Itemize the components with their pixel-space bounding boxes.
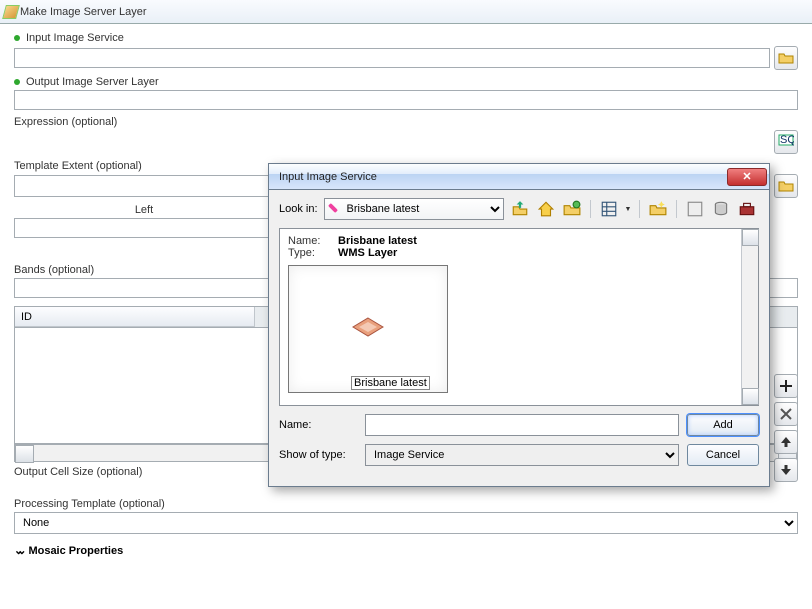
window-title-text: Make Image Server Layer xyxy=(20,6,147,18)
item-type: WMS Layer xyxy=(338,247,397,259)
folder-up-icon xyxy=(511,200,529,218)
plus-icon xyxy=(778,378,794,394)
column-header-id[interactable]: ID xyxy=(15,307,255,327)
arrow-down-icon xyxy=(778,462,794,478)
folder-open-icon xyxy=(778,178,794,194)
input-image-service-dialog: Input Image Service ✕ Look in: Brisbane … xyxy=(268,163,770,487)
arrow-up-icon xyxy=(778,434,794,450)
listing-vscroll[interactable] xyxy=(741,229,758,405)
cancel-button[interactable]: Cancel xyxy=(687,444,759,466)
catalog-button[interactable] xyxy=(685,199,705,219)
home-icon xyxy=(537,200,555,218)
dialog-close-button[interactable]: ✕ xyxy=(727,168,767,186)
folder-connect-icon xyxy=(563,200,581,218)
item-thumbnail[interactable]: Brisbane latest xyxy=(288,265,448,393)
look-in-select[interactable]: Brisbane latest xyxy=(324,198,504,220)
connect-folder-button[interactable] xyxy=(562,199,582,219)
mosaic-properties-header[interactable]: Mosaic Properties xyxy=(14,540,798,561)
show-of-type-select[interactable]: Image Service xyxy=(365,444,679,466)
window-title: Make Image Server Layer xyxy=(0,0,812,24)
thumbnail-label: Brisbane latest xyxy=(351,376,430,390)
home-button[interactable] xyxy=(536,199,556,219)
cylinder-icon xyxy=(712,200,730,218)
move-down-button[interactable] xyxy=(774,458,798,482)
kv-name-label: Name: xyxy=(288,235,330,247)
folder-open-icon xyxy=(778,50,794,66)
kv-type-label: Type: xyxy=(288,247,330,259)
remove-row-button[interactable] xyxy=(774,402,798,426)
add-button[interactable]: Add xyxy=(687,414,759,436)
label-output-layer: Output Image Server Layer xyxy=(14,76,798,88)
sql-builder-button[interactable]: SQL xyxy=(774,130,798,154)
x-icon xyxy=(778,406,794,422)
label-processing-template: Processing Template (optional) xyxy=(14,498,798,510)
label-input-image-service: Input Image Service xyxy=(14,32,798,44)
folder-new-icon xyxy=(649,200,667,218)
dialog-title: Input Image Service xyxy=(279,171,727,183)
toolbar-separator xyxy=(676,200,677,218)
output-layer-input[interactable] xyxy=(14,90,798,110)
svg-text:SQL: SQL xyxy=(780,134,794,146)
item-name: Brisbane latest xyxy=(338,235,417,247)
layer-icon xyxy=(351,316,385,338)
move-up-button[interactable] xyxy=(774,430,798,454)
name-input[interactable] xyxy=(365,414,679,436)
toolbar-separator xyxy=(590,200,591,218)
browse-input-service-button[interactable] xyxy=(774,46,798,70)
extent-left-input[interactable] xyxy=(14,218,276,238)
toolbar-separator xyxy=(639,200,640,218)
toolbox-icon xyxy=(738,200,756,218)
browse-extent-button[interactable] xyxy=(774,174,798,198)
geodatabase-button[interactable] xyxy=(711,199,731,219)
sql-icon: SQL xyxy=(778,134,794,150)
processing-template-select[interactable]: None xyxy=(14,512,798,534)
catalog-icon xyxy=(686,200,704,218)
up-one-level-button[interactable] xyxy=(510,199,530,219)
label-expression: Expression (optional) xyxy=(14,116,798,128)
label-left: Left xyxy=(14,204,274,216)
list-view-button[interactable] xyxy=(599,199,619,219)
list-icon xyxy=(600,200,618,218)
label-look-in: Look in: xyxy=(279,203,318,215)
label-name: Name: xyxy=(279,419,357,431)
add-row-button[interactable] xyxy=(774,374,798,398)
toolbox-button[interactable] xyxy=(737,199,757,219)
new-folder-button[interactable] xyxy=(648,199,668,219)
label-show-of-type: Show of type: xyxy=(279,449,357,461)
close-icon: ✕ xyxy=(742,170,751,183)
input-image-service[interactable] xyxy=(14,48,770,68)
dropdown-icon[interactable]: ▼ xyxy=(625,206,632,213)
